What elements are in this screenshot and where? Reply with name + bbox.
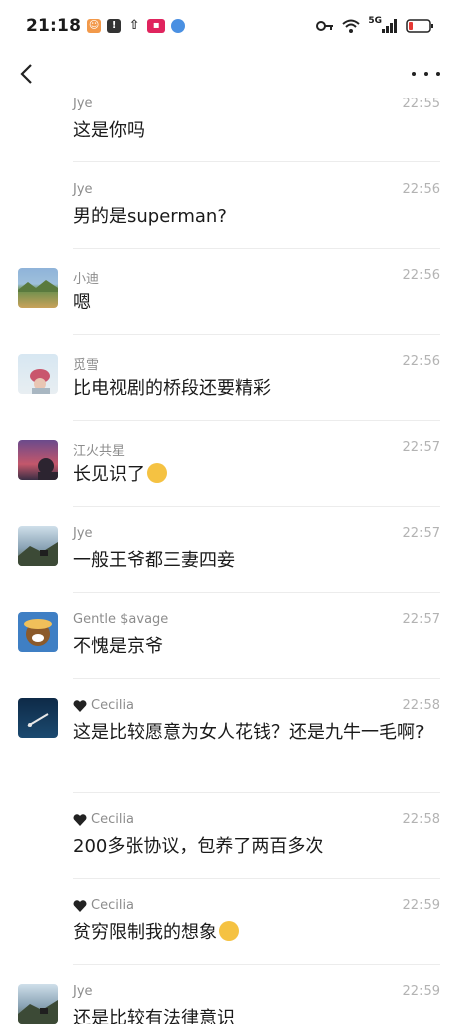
message-time: 22:57 [402,440,440,455]
divider [73,248,440,249]
wifi-icon [342,19,361,33]
sender-name: Jye [73,984,93,999]
avatar[interactable] [18,268,58,308]
sender-name: 觅雪 [73,358,100,373]
message-text-content: 长见识了 [73,464,145,485]
message-time: 22:57 [402,612,440,627]
message-text: 嗯 [73,292,91,313]
sender-name-row: Cecilia [73,698,134,713]
sender-name-row: Cecilia [73,898,134,913]
divider [73,334,440,335]
divider [73,792,440,793]
message-text: 200多张协议，包养了两百多次 [73,836,324,857]
message-time: 22:56 [402,354,440,369]
sender-name: Cecilia [91,898,135,913]
upload-icon: ⇧ [127,18,142,33]
notification-icon: ☺ [87,19,102,33]
message-text: 长见识了 [73,460,428,489]
message-time: 22:55 [402,98,440,111]
sender-name: Jye [73,526,93,541]
divider [73,420,440,421]
browser-icon [171,19,186,33]
flushed-emoji-icon [219,921,239,941]
battery-icon [406,19,433,33]
laugh-cry-emoji-icon [147,463,167,483]
divider [73,678,440,679]
avatar[interactable] [18,440,58,480]
black-heart-icon [73,813,87,826]
message-feed[interactable]: Jye 22:55 这是你吗 Jye 22:56 男的是superman? 小迪… [0,98,458,1024]
back-arrow-icon[interactable] [14,60,42,88]
black-heart-icon [73,699,87,712]
sender-name: Gentle $avage [73,612,169,627]
divider [73,878,440,879]
sender-name: Jye [73,98,93,111]
message-time: 22:57 [402,526,440,541]
message-text: 不愧是京爷 [73,636,163,657]
sender-name-row: Cecilia [73,812,134,827]
message-text: 男的是superman? [73,206,227,227]
app-icon: ▪ [147,19,166,33]
message-time: 22:59 [402,984,440,999]
message-text: 贫穷限制我的想象 [73,918,428,947]
more-options-icon[interactable] [412,60,440,88]
message-text: 还是比较有法律意识 [73,1008,235,1024]
avatar[interactable] [18,526,58,566]
divider [73,161,440,162]
message-text: 一般王爷都三妻四妾 [73,550,235,571]
avatar[interactable] [18,984,58,1024]
avatar[interactable] [18,354,58,394]
sender-name: Jye [73,182,93,197]
status-time: 21:18 [26,16,82,36]
black-heart-icon [73,899,87,912]
message-time: 22:56 [402,182,440,197]
avatar[interactable] [18,698,58,738]
sender-name: Cecilia [91,812,135,827]
sender-name: Cecilia [91,698,135,713]
alert-icon: ! [107,19,122,33]
divider [73,506,440,507]
key-icon [316,21,334,31]
sender-name: 小迪 [73,272,100,287]
message-text-content: 贫穷限制我的想象 [73,922,217,943]
divider [73,964,440,965]
message-time: 22:59 [402,898,440,913]
sender-name: 江火共星 [73,444,126,459]
status-bar: 21:18 ☺ ! ⇧ ▪ 5G [0,0,458,52]
message-time: 22:58 [402,812,440,827]
message-time: 22:58 [402,698,440,713]
network-label: 5G [368,16,382,26]
divider [73,592,440,593]
message-time: 22:56 [402,268,440,283]
message-text: 这是你吗 [73,120,145,141]
top-nav-bar [0,52,458,98]
signal-icon [382,19,397,33]
message-text: 比电视剧的桥段还要精彩 [73,378,271,399]
message-text: 这是比较愿意为女人花钱？还是九牛一毛啊? [73,722,425,743]
avatar[interactable] [18,612,58,652]
